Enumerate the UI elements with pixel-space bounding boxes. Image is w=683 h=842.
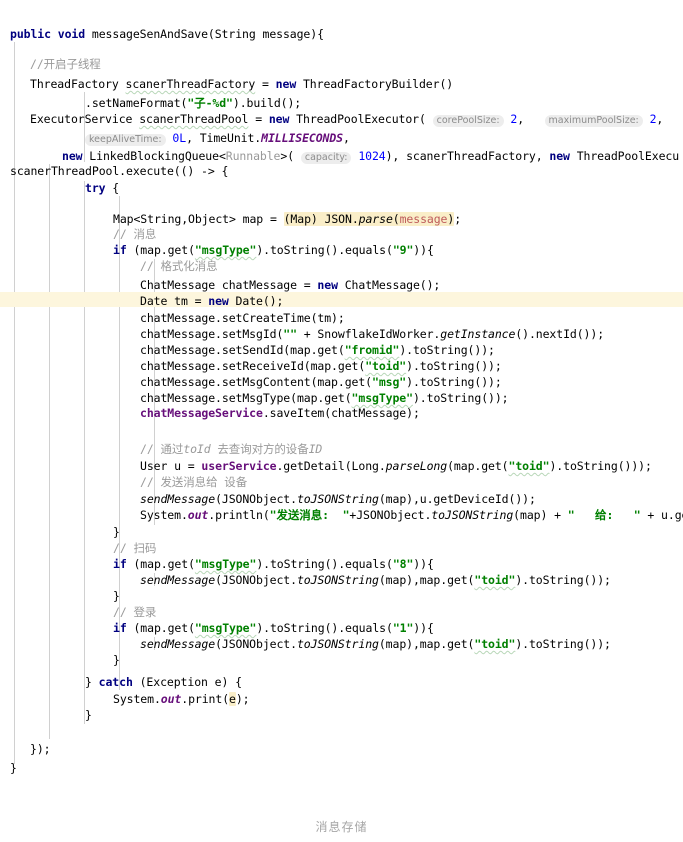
code-line: new LinkedBlockingQueue<Runnable>( capac… [62,149,680,164]
code-line: public void messageSenAndSave(String mes… [10,27,324,41]
code-line: // 消息 [113,227,157,241]
code-line: } [113,653,120,667]
occurrence-highlight: (Map) JSON.parse(message) [283,212,455,226]
code-line: } [85,708,92,722]
code-line: Map<String,Object> map = (Map) JSON.pars… [113,212,462,226]
inlay-hint-keepalivetime: keepAliveTime: [85,134,166,146]
code-line: User u = userService.getDetail(Long.pars… [140,459,652,473]
inlay-hint-corepoolsize: corePoolSize: [432,115,504,127]
code-line: chatMessage.setMsgId("" + SnowflakeIdWor… [140,327,605,341]
code-line: .setNameFormat("子-%d").build(); [85,96,302,110]
code-line: try { [85,181,120,195]
code-line: System.out.print(e); [113,692,250,706]
occurrence-highlight: e [229,692,236,706]
code-line: if (map.get("msgType").toString().equals… [113,621,434,635]
code-line: //开启子线程 [30,57,101,71]
code-line: scanerThreadPool.execute(() -> { [10,164,229,178]
code-line: Date tm = new Date(); [140,294,284,308]
code-line: chatMessageService.saveItem(chatMessage)… [140,406,420,420]
inlay-hint-capacity: capacity: [300,152,352,164]
code-line: } catch (Exception e) { [85,675,242,689]
code-line: // 格式化消息 [140,259,218,273]
indent-guide [49,164,50,739]
code-line: chatMessage.setReceiveId(map.get("toid")… [140,359,502,373]
code-line: sendMessage(JSONObject.toJSONString(map)… [140,492,536,506]
code-line: } [10,761,17,775]
code-line: }); [30,742,51,756]
code-line: chatMessage.setMsgContent(map.get("msg")… [140,375,502,389]
code-line: // 登录 [113,605,157,619]
code-line: System.out.println("发送消息: "+JSONObject.t… [140,508,683,522]
code-line: // 扫码 [113,541,157,555]
code-editor[interactable]: public void messageSenAndSave(String mes… [0,0,683,800]
code-line: chatMessage.setSendId(map.get("fromid").… [140,343,495,357]
code-line: chatMessage.setMsgType(map.get("msgType"… [140,391,509,405]
code-line: } [113,589,120,603]
code-line: // 通过toId 去查询对方的设备ID [140,442,323,456]
inlay-hint-maximumpoolsize: maximumPoolSize: [544,115,643,127]
code-line: sendMessage(JSONObject.toJSONString(map)… [140,637,611,651]
figure-caption: 消息存储 [315,820,368,834]
code-line: keepAliveTime: 0L, TimeUnit.MILLISECONDS… [85,131,683,146]
code-line: if (map.get("msgType").toString().equals… [113,243,434,257]
indent-guide [84,181,85,724]
code-line: chatMessage.setCreateTime(tm); [140,311,345,325]
code-line: ChatMessage chatMessage = new ChatMessag… [140,278,441,292]
code-line: } [113,525,120,539]
code-line: ThreadFactory scanerThreadFactory = new … [30,77,454,91]
code-line: ExecutorService scanerThreadPool = new T… [30,112,664,127]
code-line: if (map.get("msgType").toString().equals… [113,557,434,571]
code-line: // 发送消息给 设备 [140,475,248,489]
code-line: sendMessage(JSONObject.toJSONString(map)… [140,573,611,587]
indent-guide [14,42,15,764]
